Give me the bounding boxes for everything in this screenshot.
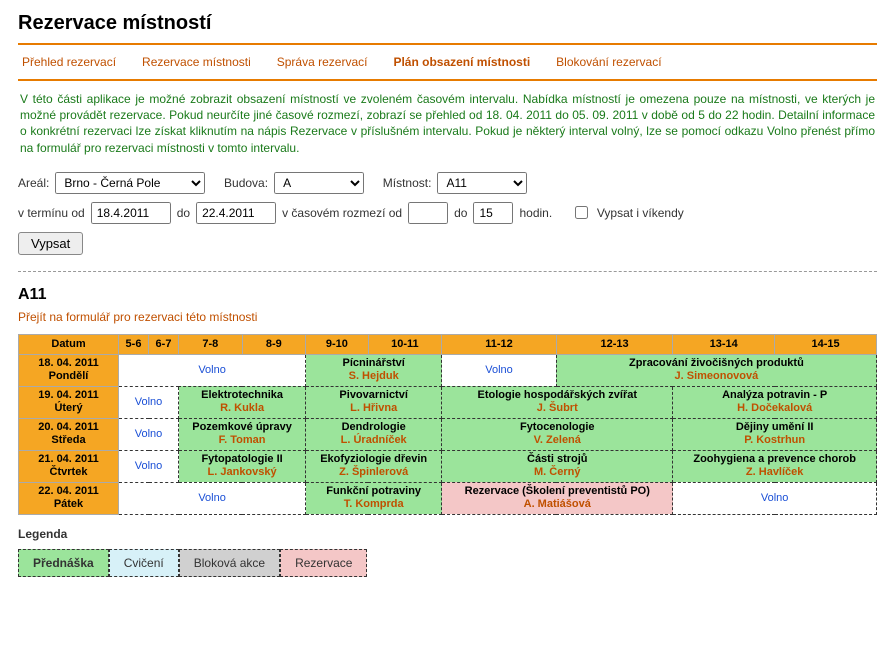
legend-rezervace: Rezervace <box>280 549 367 577</box>
areal-select[interactable]: Brno - Černá Pole <box>55 172 205 194</box>
free-slot[interactable]: Volno <box>119 354 306 386</box>
table-row: 19. 04. 2011Úterý Volno ElektrotechnikaR… <box>19 386 877 418</box>
course-slot[interactable]: PícninářstvíS. Hejduk <box>306 354 442 386</box>
tab-plan[interactable]: Plán obsazení místnosti <box>393 55 530 69</box>
course-slot[interactable]: ElektrotechnikaR. Kukla <box>179 386 306 418</box>
weekends-label: Vypsat i víkendy <box>597 206 684 220</box>
description: V této části aplikace je možné zobrazit … <box>18 81 877 168</box>
col-5-6: 5-6 <box>119 334 149 354</box>
free-slot[interactable]: Volno <box>119 450 179 482</box>
free-slot[interactable]: Volno <box>119 482 306 514</box>
schedule-table: Datum 5-6 6-7 7-8 8-9 9-10 10-11 11-12 1… <box>18 334 877 515</box>
legend-prednaska: Přednáška <box>18 549 109 577</box>
col-13-14: 13-14 <box>673 334 775 354</box>
free-slot[interactable]: Volno <box>673 482 877 514</box>
course-slot[interactable]: Dějiny umění IIP. Kostrhun <box>673 418 877 450</box>
mistnost-label: Místnost: <box>383 176 432 190</box>
col-8-9: 8-9 <box>242 334 306 354</box>
course-slot[interactable]: Rezervace (Školení preventistů PO)A. Mat… <box>442 482 673 514</box>
legend-label: Legenda <box>18 527 877 541</box>
do-label-1: do <box>177 206 190 220</box>
day-header: 22. 04. 2011Pátek <box>19 482 119 514</box>
course-slot[interactable]: Analýza potravin - PH. Dočekalová <box>673 386 877 418</box>
table-row: 18. 04. 2011Pondělí Volno PícninářstvíS.… <box>19 354 877 386</box>
col-11-12: 11-12 <box>442 334 557 354</box>
tab-block[interactable]: Blokování rezervací <box>556 55 661 69</box>
free-slot[interactable]: Volno <box>442 354 557 386</box>
table-row: 22. 04. 2011Pátek Volno Funkční potravin… <box>19 482 877 514</box>
course-slot[interactable]: Zpracování živočišných produktůJ. Simeon… <box>556 354 876 386</box>
time-to-input[interactable] <box>473 202 513 224</box>
time-from-label: v časovém rozmezí od <box>282 206 402 220</box>
table-row: 20. 04. 2011Středa Volno Pozemkové úprav… <box>19 418 877 450</box>
budova-select[interactable]: A <box>274 172 364 194</box>
course-slot[interactable]: Fytopatologie IIL. Jankovský <box>179 450 306 482</box>
room-heading: A11 <box>18 286 877 304</box>
page-title: Rezervace místností <box>18 12 877 35</box>
areal-label: Areál: <box>18 176 49 190</box>
course-slot[interactable]: Části strojůM. Černý <box>442 450 673 482</box>
day-header: 21. 04. 2011Čtvrtek <box>19 450 119 482</box>
day-header: 19. 04. 2011Úterý <box>19 386 119 418</box>
course-slot[interactable]: FytocenologieV. Zelená <box>442 418 673 450</box>
course-slot[interactable]: Funkční potravinyT. Komprda <box>306 482 442 514</box>
col-6-7: 6-7 <box>149 334 179 354</box>
col-14-15: 14-15 <box>775 334 877 354</box>
tab-manage[interactable]: Správa rezervací <box>277 55 368 69</box>
weekends-checkbox[interactable] <box>575 206 588 219</box>
free-slot[interactable]: Volno <box>119 418 179 450</box>
date-from-input[interactable] <box>91 202 171 224</box>
course-slot[interactable]: PivovarnictvíL. Hřivna <box>306 386 442 418</box>
day-header: 20. 04. 2011Středa <box>19 418 119 450</box>
course-slot[interactable]: Ekofyziologie dřevinZ. Špinlerová <box>306 450 442 482</box>
col-12-13: 12-13 <box>556 334 673 354</box>
budova-label: Budova: <box>224 176 268 190</box>
col-datum: Datum <box>19 334 119 354</box>
legend-blokova: Bloková akce <box>179 549 280 577</box>
hodin-label: hodin. <box>519 206 552 220</box>
tab-overview[interactable]: Přehled rezervací <box>22 55 116 69</box>
tab-bar: Přehled rezervací Rezervace místnosti Sp… <box>18 43 877 81</box>
col-7-8: 7-8 <box>179 334 243 354</box>
col-10-11: 10-11 <box>368 334 442 354</box>
day-header: 18. 04. 2011Pondělí <box>19 354 119 386</box>
col-9-10: 9-10 <box>306 334 368 354</box>
divider <box>18 271 877 272</box>
time-from-input[interactable] <box>408 202 448 224</box>
free-slot[interactable]: Volno <box>119 386 179 418</box>
goto-reservation-form-link[interactable]: Přejít na formulář pro rezervaci této mí… <box>18 310 877 324</box>
course-slot[interactable]: Zoohygiena a prevence chorobZ. Havlíček <box>673 450 877 482</box>
mistnost-select[interactable]: A11 <box>437 172 527 194</box>
term-from-label: v termínu od <box>18 206 85 220</box>
filter-form: Areál: Brno - Černá Pole Budova: A Místn… <box>18 172 877 255</box>
do-label-2: do <box>454 206 467 220</box>
course-slot[interactable]: Etologie hospodářských zvířatJ. Šubrt <box>442 386 673 418</box>
legend-cviceni: Cvičení <box>109 549 179 577</box>
vypsat-button[interactable]: Vypsat <box>18 232 83 255</box>
date-to-input[interactable] <box>196 202 276 224</box>
legend: Přednáška Cvičení Bloková akce Rezervace <box>18 549 877 577</box>
course-slot[interactable]: DendrologieL. Úradníček <box>306 418 442 450</box>
table-row: 21. 04. 2011Čtvrtek Volno Fytopatologie … <box>19 450 877 482</box>
tab-reserve[interactable]: Rezervace místnosti <box>142 55 251 69</box>
course-slot[interactable]: Pozemkové úpravyF. Toman <box>179 418 306 450</box>
